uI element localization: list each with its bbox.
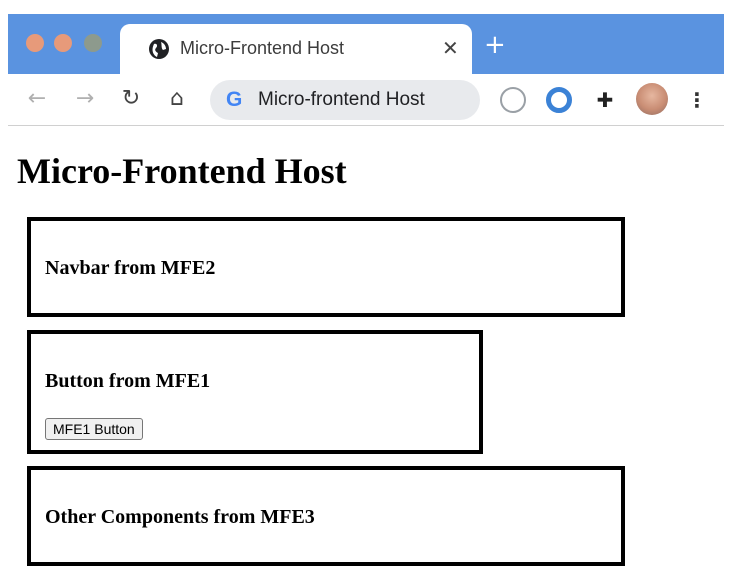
cast-extension-icon[interactable] [500,87,526,113]
ring-extension-icon[interactable] [546,87,572,113]
close-window-button[interactable] [26,34,44,52]
back-button[interactable]: ← [22,84,52,114]
tab-title: Micro-Frontend Host [180,38,345,58]
forward-button[interactable]: → [70,84,100,114]
section-heading: Button from MFE1 [45,370,211,392]
tab-strip: Micro-Frontend Host ✕ + [8,14,724,74]
profile-avatar[interactable] [636,83,668,115]
address-bar[interactable]: G Micro-frontend Host [210,80,480,120]
section-heading: Navbar from MFE2 [45,257,216,279]
tab-micro-frontend-host[interactable]: Micro-Frontend Host ✕ [120,24,472,74]
zoom-window-button[interactable] [84,34,102,52]
button-mfe1-container: Button from MFE1 MFE1 Button [27,330,483,454]
minimize-window-button[interactable] [54,34,72,52]
google-icon: G [226,88,243,111]
reload-button[interactable]: ↻ [116,84,146,114]
address-bar-text: Micro-frontend Host [258,89,425,110]
home-button[interactable]: ⌂ [162,84,192,114]
browser-menu-icon[interactable]: ⋮ [684,87,710,113]
puzzle-extensions-icon[interactable]: ✚ [592,87,618,113]
other-components-mfe3-container: Other Components from MFE3 [27,466,625,566]
navbar-mfe2-container: Navbar from MFE2 [27,217,625,317]
globe-icon [149,39,169,59]
browser-toolbar: ← → ↻ ⌂ G Micro-frontend Host ✚ ⋮ [8,74,724,126]
close-tab-icon[interactable]: ✕ [442,36,459,60]
mfe1-button[interactable]: MFE1 Button [45,418,143,440]
page-title: Micro-Frontend Host [17,151,347,191]
section-heading: Other Components from MFE3 [45,506,315,528]
new-tab-button[interactable]: + [484,32,506,58]
